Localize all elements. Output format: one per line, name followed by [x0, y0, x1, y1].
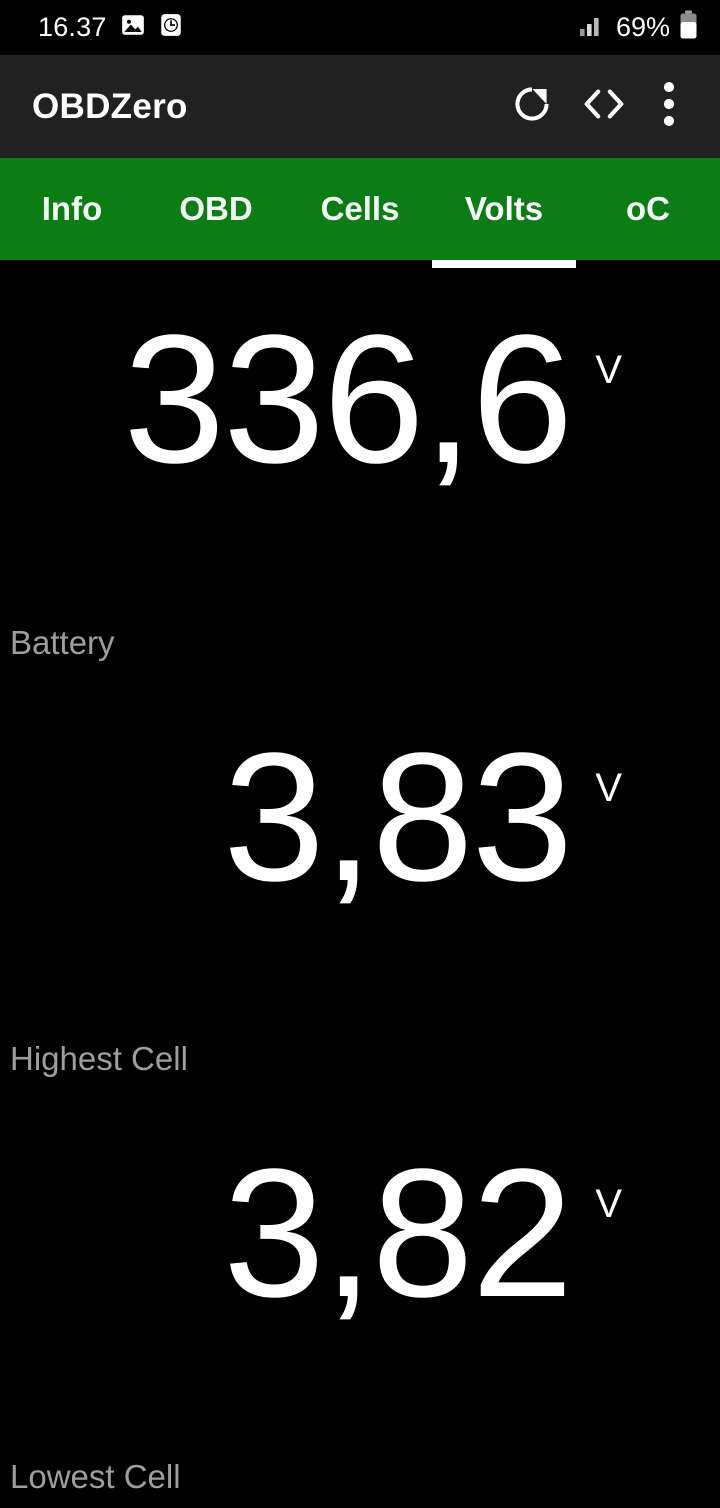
metric-battery-label: Battery: [10, 624, 115, 661]
app-bar-actions: [496, 71, 698, 143]
metric-battery: 336,6 V Battery: [0, 268, 720, 684]
app-title: OBDZero: [32, 86, 188, 126]
tab-obd-label: OBD: [179, 190, 253, 227]
tab-bar[interactable]: Info OBD Cells Volts oC: [0, 158, 720, 260]
metric-battery-value-row: 336,6 V: [123, 296, 622, 501]
tab-cells[interactable]: Cells: [288, 158, 432, 260]
refresh-button[interactable]: [496, 71, 568, 143]
metric-lowest-cell-value-row: 3,82 V: [223, 1130, 622, 1335]
tab-info-label: Info: [41, 190, 103, 227]
tab-oc-label: oC: [626, 190, 670, 227]
battery-percent-label: 69%: [615, 12, 670, 42]
code-view-button[interactable]: [568, 71, 640, 143]
image-icon: [120, 12, 146, 43]
metric-highest-cell: 3,83 V Highest Cell: [0, 684, 720, 1100]
tab-cells-label: Cells: [320, 190, 400, 227]
volts-content: 336,6 V Battery 3,83 V Highest Cell 3,82…: [0, 268, 720, 1508]
code-brackets-icon: [580, 83, 628, 130]
signal-bars-icon: [579, 13, 607, 42]
tab-oc[interactable]: oC: [576, 158, 720, 260]
app-bar: OBDZero: [0, 55, 720, 158]
metric-lowest-cell-value: 3,82: [223, 1130, 573, 1335]
status-clock: 16.37: [38, 12, 107, 42]
metric-highest-cell-label: Highest Cell: [10, 1040, 188, 1077]
status-bar: 16.37 69%: [0, 0, 720, 55]
tab-obd[interactable]: OBD: [144, 158, 288, 260]
metric-battery-unit: V: [595, 348, 622, 392]
tab-volts[interactable]: Volts: [432, 158, 576, 260]
refresh-icon: [509, 81, 555, 132]
tab-active-indicator: [432, 260, 576, 268]
metric-lowest-cell-unit: V: [595, 1182, 622, 1226]
metric-lowest-cell-label: Lowest Cell: [10, 1458, 181, 1495]
metric-battery-value: 336,6: [123, 296, 573, 501]
metric-highest-cell-value-row: 3,83 V: [223, 714, 622, 919]
metric-highest-cell-unit: V: [595, 766, 622, 810]
metric-highest-cell-value: 3,83: [223, 714, 573, 919]
app-root: 16.37 69% OBDZero Info OBD Cells Volts o…: [0, 0, 720, 1508]
overflow-menu-button[interactable]: [640, 71, 698, 143]
status-bar-left: 16.37: [38, 12, 183, 43]
battery-icon: [679, 10, 698, 45]
tab-info[interactable]: Info: [0, 158, 144, 260]
status-bar-right: 69%: [579, 10, 698, 45]
more-vertical-icon: [663, 80, 675, 133]
tab-volts-label: Volts: [464, 190, 544, 227]
tab-indicator-track: [0, 260, 720, 268]
alarm-icon: [159, 12, 183, 43]
metric-lowest-cell: 3,82 V Lowest Cell: [0, 1100, 720, 1508]
